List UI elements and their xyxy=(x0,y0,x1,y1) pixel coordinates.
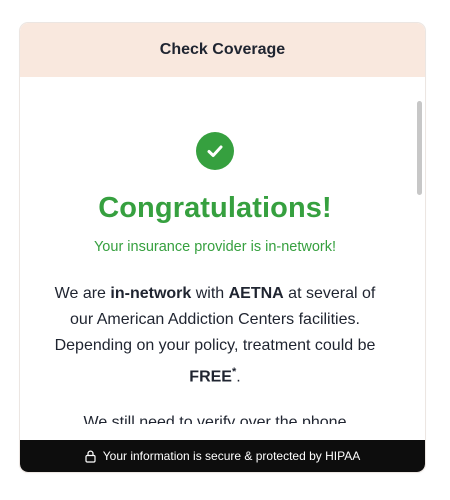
message-next-line: We still need to verify over the phone xyxy=(83,414,347,425)
coverage-message: We are in-network with AETNA at several … xyxy=(50,281,380,390)
scrollbar-thumb[interactable] xyxy=(417,101,422,195)
congratulations-heading: Congratulations! xyxy=(98,192,332,224)
message-text: We are xyxy=(54,285,111,302)
check-circle-icon xyxy=(196,132,234,170)
hipaa-footer: Your information is secure & protected b… xyxy=(20,440,425,472)
result-content: Congratulations! Your insurance provider… xyxy=(20,77,410,424)
message-text: . xyxy=(236,368,241,386)
scrollable-content[interactable]: Congratulations! Your insurance provider… xyxy=(20,77,425,440)
message-text: with xyxy=(191,285,229,302)
widget-header: Check Coverage xyxy=(20,23,425,77)
message-bold-free: FREE xyxy=(189,368,232,386)
hipaa-notice: Your information is secure & protected b… xyxy=(102,449,361,463)
header-title: Check Coverage xyxy=(159,41,286,58)
scrollbar[interactable] xyxy=(417,77,423,440)
lock-icon xyxy=(85,450,96,463)
message-bold-provider: AETNA xyxy=(228,285,284,302)
in-network-subline: Your insurance provider is in-network! xyxy=(93,239,337,255)
message-bold-in-network: in-network xyxy=(110,285,192,302)
coverage-widget: Check Coverage Congratulations! Your ins… xyxy=(20,23,425,472)
